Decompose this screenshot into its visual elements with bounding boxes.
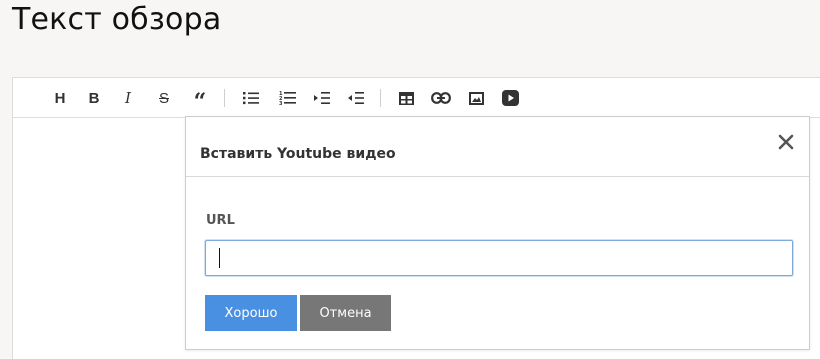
link-icon [431, 92, 451, 104]
blockquote-button[interactable]: “ [189, 88, 211, 115]
outdent-icon [348, 92, 364, 104]
heading-button[interactable]: H [49, 88, 71, 108]
table-icon [398, 91, 414, 105]
indent-button[interactable] [311, 88, 333, 108]
outdent-button[interactable] [345, 88, 367, 108]
toolbar-divider [380, 89, 381, 107]
link-button[interactable] [430, 88, 452, 108]
blockquote-icon: “ [193, 89, 207, 115]
table-button[interactable] [395, 88, 417, 108]
italic-icon: I [125, 89, 131, 107]
strikethrough-icon: S [158, 89, 169, 107]
dialog-header: Вставить Youtube видео [186, 117, 809, 177]
image-button[interactable] [465, 88, 487, 108]
youtube-video-button[interactable] [499, 88, 521, 108]
text-caret [219, 248, 220, 268]
page-title: Текст обзора [12, 2, 222, 37]
dialog-title: Вставить Youtube видео [200, 146, 396, 162]
image-icon [468, 91, 484, 105]
close-icon [778, 134, 794, 150]
youtube-insert-dialog: Вставить Youtube видео URL Хорошо Отмена [185, 116, 810, 350]
close-button[interactable] [777, 133, 795, 151]
numbered-list-icon: 1 2 3 [279, 91, 296, 106]
youtube-video-icon [501, 90, 519, 106]
bulleted-list-icon [243, 92, 259, 105]
url-label: URL [206, 213, 235, 228]
bold-button[interactable]: B [83, 88, 105, 108]
url-input[interactable] [205, 240, 793, 276]
svg-text:3: 3 [279, 101, 283, 106]
indent-icon [314, 92, 330, 104]
heading-icon: H [54, 89, 66, 107]
bold-icon: B [88, 89, 100, 107]
numbered-list-button[interactable]: 1 2 3 [276, 88, 298, 108]
toolbar-divider [224, 89, 225, 107]
strikethrough-button[interactable]: S [153, 88, 175, 108]
editor-toolbar: H B I S “ 1 2 3 [13, 78, 820, 118]
italic-button[interactable]: I [117, 88, 139, 108]
bulleted-list-button[interactable] [240, 88, 262, 108]
cancel-button[interactable]: Отмена [300, 295, 391, 331]
ok-button[interactable]: Хорошо [205, 295, 297, 331]
